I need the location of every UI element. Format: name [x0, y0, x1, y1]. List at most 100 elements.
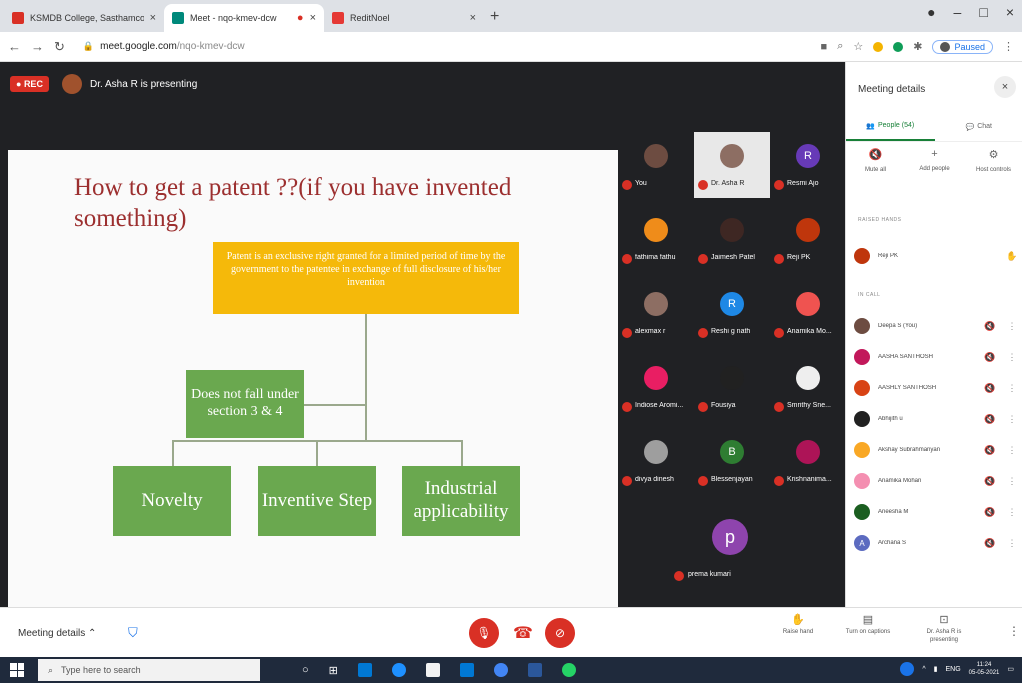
zoom-icon[interactable]: ⌕	[837, 40, 843, 53]
edge-icon[interactable]	[391, 663, 406, 677]
url-field[interactable]: 🔒 meet.google.com/nqo-kmev-dcw	[75, 36, 811, 58]
explorer-icon[interactable]	[357, 663, 372, 677]
participant-row[interactable]: Abhijith u 🔇 ⋮	[854, 405, 1019, 433]
extension-icon[interactable]	[873, 41, 884, 52]
profile-paused-button[interactable]: Paused	[932, 39, 993, 54]
participant-row[interactable]: A Archana S 🔇 ⋮	[854, 529, 1019, 557]
close-tab-icon[interactable]: ×	[150, 12, 156, 24]
captions-button[interactable]: ▤ Turn on captions	[840, 614, 896, 636]
presentation-button[interactable]: ⊡ Dr. Asha R is presenting	[920, 615, 968, 644]
mic-off-icon[interactable]: 🔇	[983, 383, 997, 394]
participant-tile[interactable]: Reji PK	[770, 206, 846, 272]
more-options-icon[interactable]: ⋮	[1005, 476, 1019, 487]
participant-row[interactable]: AASHA SANTHOSH 🔇 ⋮	[854, 343, 1019, 371]
participant-tile[interactable]: Fousiya	[694, 354, 770, 420]
mic-off-icon[interactable]: 🔇	[983, 414, 997, 425]
more-options-icon[interactable]: ⋮	[1005, 507, 1019, 518]
participant-tile-large[interactable]: p prema kumari	[668, 505, 794, 605]
participant-tile[interactable]: Krishnanima...	[770, 428, 846, 494]
browser-tab-college[interactable]: KSMDB College, Sasthamcotta I ×	[4, 4, 164, 32]
participant-row[interactable]: AASHLY SANTHOSH 🔇 ⋮	[854, 374, 1019, 402]
puzzle-icon[interactable]: ✱	[913, 40, 922, 53]
whatsapp-icon[interactable]	[561, 663, 576, 677]
word-icon[interactable]	[527, 663, 542, 677]
participant-row[interactable]: Aneesha M 🔇 ⋮	[854, 498, 1019, 526]
taskbar-search-box[interactable]: ⌕ Type here to search	[38, 659, 260, 681]
mic-toggle-button[interactable]: 🎙	[469, 618, 499, 648]
extension-icon[interactable]	[893, 41, 904, 52]
meeting-details-button[interactable]: Meeting details ⌃	[18, 628, 96, 639]
host-controls-button[interactable]: ⚙ Host controls	[964, 148, 1022, 192]
participant-tile[interactable]: Dr. Asha R	[694, 132, 770, 198]
raise-hand-button[interactable]: ✋ Raise hand	[778, 615, 818, 636]
close-panel-button[interactable]: ×	[994, 76, 1016, 98]
network-icon[interactable]: ▮	[934, 665, 938, 673]
raised-hand-row[interactable]: Reji PK ✋	[854, 242, 1019, 270]
camera-icon[interactable]: ■	[821, 41, 828, 53]
task-view-icon[interactable]: ⊞	[329, 664, 338, 677]
mail-icon[interactable]	[459, 663, 474, 677]
participant-row[interactable]: Akshay Subrahmanyan 🔇 ⋮	[854, 436, 1019, 464]
close-tab-icon[interactable]: ×	[310, 12, 316, 24]
more-options-icon[interactable]: ⋮	[1005, 445, 1019, 456]
shield-icon[interactable]: ⛉	[128, 625, 138, 641]
more-options-icon[interactable]: ⋮	[1008, 624, 1020, 638]
chevron-up-icon[interactable]: ^	[922, 666, 925, 673]
profile-icon[interactable]: ●	[927, 4, 935, 20]
mic-off-icon[interactable]: 🔇	[983, 321, 997, 332]
participant-tile[interactable]: Jaimesh Patel	[694, 206, 770, 272]
inventive-step-box: Inventive Step	[258, 466, 376, 536]
participant-tile[interactable]: You	[618, 132, 694, 198]
mic-off-icon[interactable]: 🔇	[983, 352, 997, 363]
add-people-button[interactable]: + Add people	[905, 148, 964, 192]
more-options-icon[interactable]: ⋮	[1005, 414, 1019, 425]
mic-off-icon[interactable]: 🔇	[983, 538, 997, 549]
participant-tile[interactable]: Smrithy Sne...	[770, 354, 846, 420]
mic-off-icon[interactable]: 🔇	[983, 445, 997, 456]
chrome-icon[interactable]	[493, 663, 508, 677]
more-options-icon[interactable]: ⋮	[1005, 352, 1019, 363]
minimize-button[interactable]: –	[954, 4, 962, 20]
tab-people[interactable]: 👥 People (54)	[846, 112, 935, 141]
participant-row[interactable]: Anamika Mohan 🔇 ⋮	[854, 467, 1019, 495]
leave-call-button[interactable]: ☎	[508, 618, 538, 648]
close-tab-icon[interactable]: ×	[470, 12, 476, 24]
star-icon[interactable]: ☆	[853, 40, 863, 53]
participant-tile[interactable]: B Blessenjayan	[694, 428, 770, 494]
participant-tile[interactable]: divya dinesh	[618, 428, 694, 494]
clock[interactable]: 11:24 05-05-2021	[969, 661, 1000, 677]
cortana-icon[interactable]: ○	[302, 664, 309, 676]
participant-tile[interactable]: R Reshi g nath	[694, 280, 770, 346]
participant-tile[interactable]: R Resmi Ajo	[770, 132, 846, 198]
participant-row[interactable]: Deepa S (You) 🔇 ⋮	[854, 312, 1019, 340]
maximize-button[interactable]: □	[979, 4, 987, 20]
back-arrow-icon[interactable]: ←	[8, 39, 21, 54]
more-options-icon[interactable]: ⋮	[1005, 321, 1019, 332]
captions-icon: ▤	[862, 614, 874, 626]
participant-name: Resmi Ajo	[787, 180, 819, 187]
store-icon[interactable]	[425, 663, 440, 677]
participant-tile[interactable]: Anamika Mo...	[770, 280, 846, 346]
camera-toggle-button[interactable]: ⊘	[545, 618, 575, 648]
mute-all-button[interactable]: 🔇 Mute all	[846, 148, 905, 192]
tab-chat[interactable]: 💬 Chat	[935, 112, 1022, 141]
windows-start-icon[interactable]	[10, 663, 24, 677]
participant-tile[interactable]: alexmax r	[618, 280, 694, 346]
browser-tab-meet[interactable]: Meet - nqo-kmev-dcw ● ×	[164, 4, 324, 32]
close-window-button[interactable]: ×	[1006, 4, 1014, 20]
mic-off-icon[interactable]: 🔇	[983, 476, 997, 487]
more-options-icon[interactable]: ⋮	[1005, 538, 1019, 549]
forward-arrow-icon[interactable]: →	[31, 39, 44, 54]
reload-icon[interactable]: ↻	[54, 39, 65, 55]
notifications-icon[interactable]: ▭	[1007, 665, 1014, 673]
more-options-icon[interactable]: ⋮	[1005, 383, 1019, 394]
menu-icon[interactable]: ⋮	[1003, 40, 1014, 53]
mic-off-icon[interactable]: 🔇	[983, 507, 997, 518]
participant-tile[interactable]: fathima fathu	[618, 206, 694, 272]
new-tab-button[interactable]: +	[490, 8, 499, 26]
keyboard-lang[interactable]: ENG	[946, 666, 961, 673]
participant-tile[interactable]: Indiose Aromi...	[618, 354, 694, 420]
hand-icon[interactable]: ✋	[1005, 251, 1019, 262]
meet-tray-icon[interactable]	[900, 662, 915, 676]
browser-tab-redit[interactable]: ReditNoel ×	[324, 4, 484, 32]
